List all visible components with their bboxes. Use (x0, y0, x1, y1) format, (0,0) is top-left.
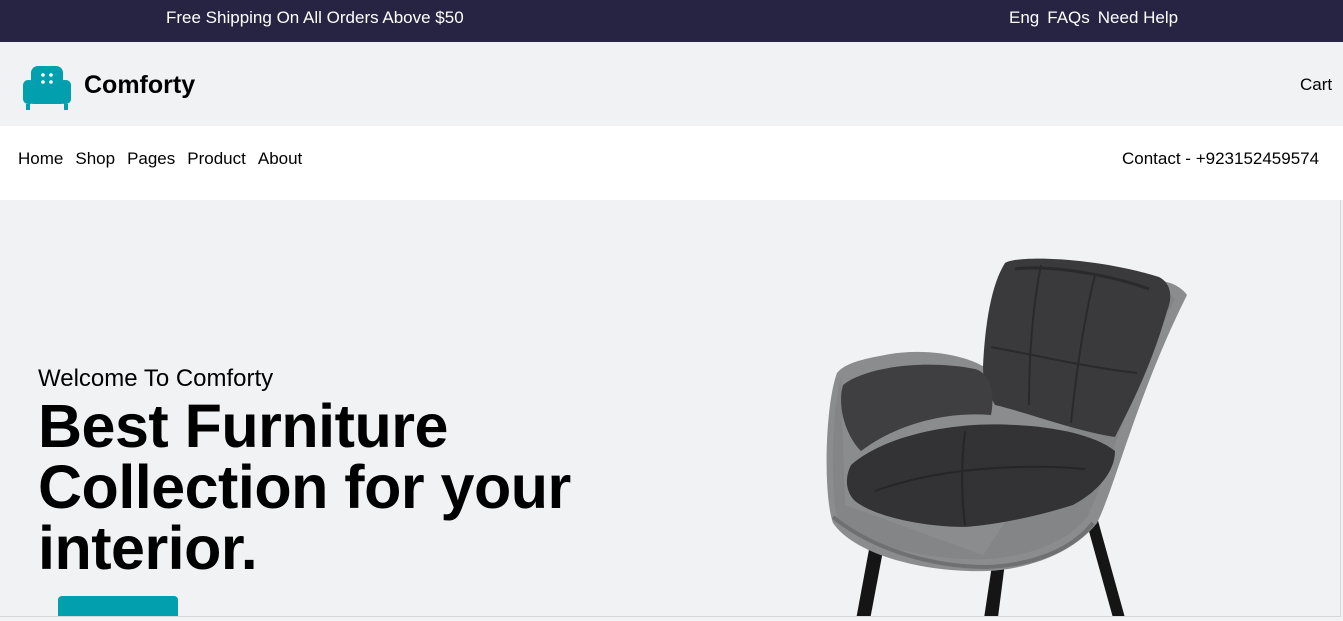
top-announcement-bar: Free Shipping On All Orders Above $50 En… (0, 0, 1343, 42)
cart-link[interactable]: Cart (1300, 75, 1332, 95)
top-links: Eng FAQs Need Help (1009, 8, 1178, 28)
nav-item-product[interactable]: Product (187, 149, 246, 169)
need-help-link[interactable]: Need Help (1098, 8, 1178, 28)
brand-name[interactable]: Comforty (84, 71, 195, 100)
armchair-product-image (826, 258, 1187, 616)
hero-section: Welcome To Comforty Best Furniture Colle… (0, 200, 1341, 617)
shop-now-button[interactable]: Shop Now! (58, 596, 178, 616)
faqs-link[interactable]: FAQs (1047, 8, 1090, 28)
armchair-logo-icon[interactable] (21, 62, 73, 112)
hero-headline: Best Furniture Collection for your inter… (38, 392, 571, 582)
shipping-promo-text: Free Shipping On All Orders Above $50 (166, 8, 464, 27)
language-link[interactable]: Eng (1009, 8, 1039, 28)
nav-item-about[interactable]: About (258, 149, 302, 169)
hero-welcome-text: Welcome To Comforty (38, 365, 274, 392)
nav-item-home[interactable]: Home (18, 149, 63, 169)
main-navigation: Home Shop Pages Product About Contact - … (0, 126, 1343, 200)
nav-menu: Home Shop Pages Product About (18, 149, 302, 169)
contact-phone[interactable]: Contact - +923152459574 (1122, 149, 1319, 169)
nav-item-shop[interactable]: Shop (75, 149, 115, 169)
nav-item-pages[interactable]: Pages (127, 149, 175, 169)
brand-header: Comforty Cart (0, 42, 1343, 126)
